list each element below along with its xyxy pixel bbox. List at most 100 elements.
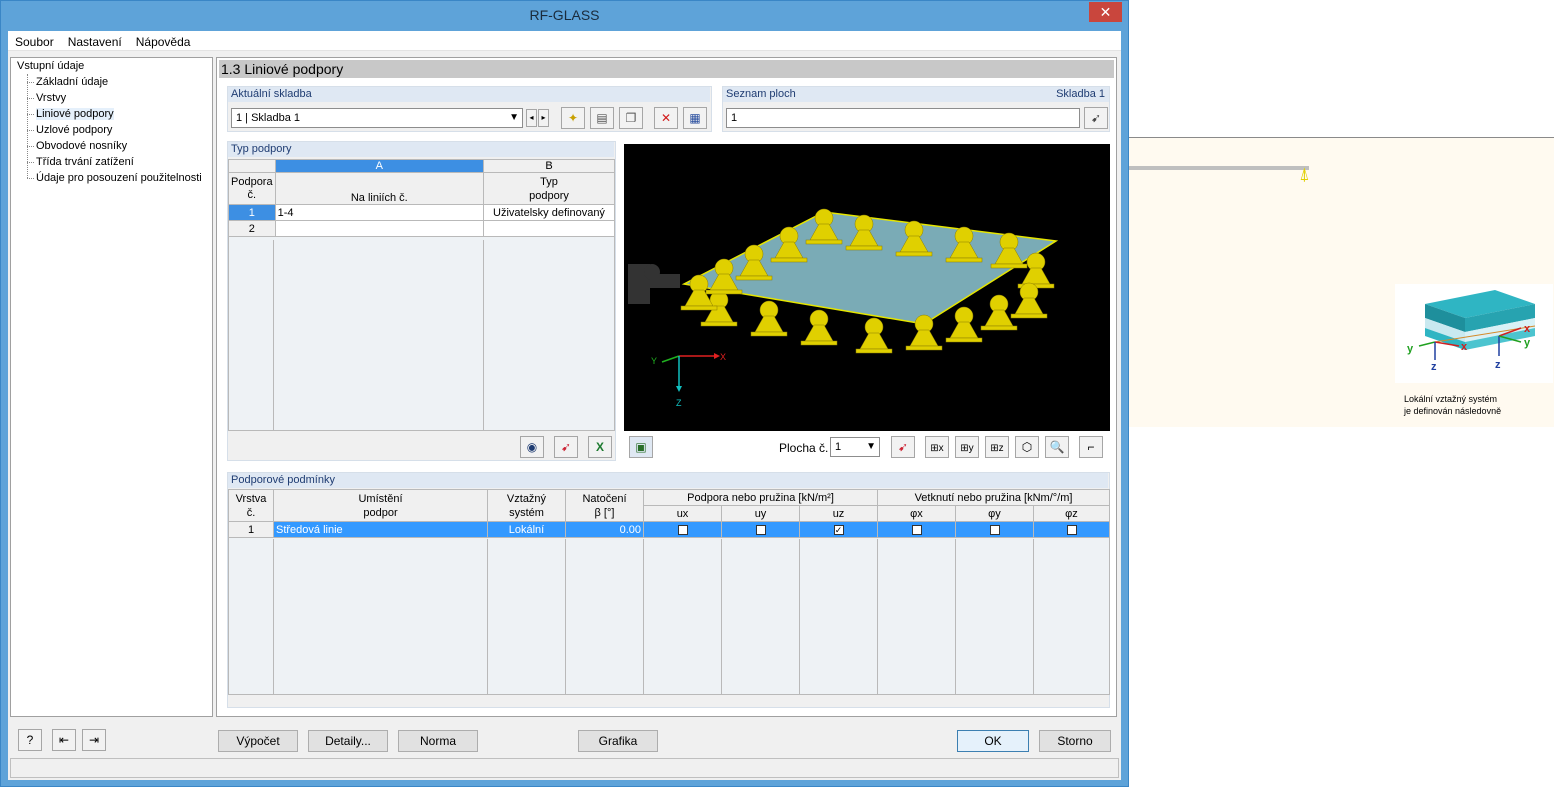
phiy-checkbox[interactable] <box>989 524 1000 535</box>
menu-nastaveni[interactable]: Nastavení <box>61 31 129 49</box>
global-axes: X Y Z <box>651 352 726 408</box>
pick-plocha-button[interactable]: ➹ <box>891 436 915 458</box>
uz-checkbox[interactable]: ✓ <box>833 524 844 535</box>
uz-cell[interactable]: ✓ <box>799 521 878 538</box>
plocha-select[interactable]: 1 ▼ <box>830 437 880 457</box>
table-row[interactable]: 1 Středová linie Lokální 0.00 ✓ <box>228 521 1110 538</box>
menu-napoveda[interactable]: Nápověda <box>129 31 198 49</box>
table-row[interactable]: 2 <box>228 220 615 237</box>
typ-cell[interactable]: Uživatelsky definovaný <box>483 204 615 221</box>
help-button[interactable]: ? <box>18 729 42 751</box>
nav-root[interactable]: Vstupní údaje <box>17 60 84 72</box>
uy-cell[interactable] <box>721 521 800 538</box>
na-liniich-header: Na liniích č. <box>274 172 485 205</box>
menu-soubor[interactable]: Soubor <box>8 31 61 49</box>
view-z-icon: ⊞z <box>990 443 1004 454</box>
grid-divider <box>565 539 566 695</box>
vrstva-cell[interactable]: 1 <box>228 521 274 538</box>
natoceni-header: Natočení β [°] <box>565 489 644 522</box>
3d-viewport[interactable]: X Y Z <box>624 144 1110 431</box>
show-model-button[interactable]: ▣ <box>629 436 653 458</box>
table-row[interactable]: 1 1-4 Uživatelsky definovaný <box>228 204 615 221</box>
row-number[interactable]: 2 <box>228 220 276 237</box>
copy-icon: ❐ <box>625 111 637 125</box>
chevron-down-icon: ▼ <box>509 112 519 123</box>
grid-divider <box>721 539 722 695</box>
new-skladba-button[interactable]: ✦ <box>561 107 585 129</box>
zoom-button[interactable]: 🔍 <box>1045 436 1069 458</box>
uy-checkbox[interactable] <box>755 524 766 535</box>
ux-cell[interactable] <box>643 521 722 538</box>
nav-uzlove-podpory[interactable]: Uzlové podpory <box>36 124 112 136</box>
storno-button[interactable]: Storno <box>1039 730 1111 752</box>
plochy-skladba-label: Skladba 1 <box>1056 88 1105 100</box>
vrstva-header-line1: Vrstva <box>235 492 267 505</box>
pick-lines-button[interactable]: ➹ <box>554 436 578 458</box>
cursor-pick-icon: ➹ <box>560 440 572 454</box>
import-data-button[interactable]: ⇤ <box>52 729 76 751</box>
grafika-button[interactable]: Grafika <box>578 730 658 752</box>
view-z-button[interactable]: ⊞z <box>985 436 1009 458</box>
nav-pouzitelnost[interactable]: Údaje pro posouzení použitelnosti <box>36 172 202 184</box>
info-axis-x: x <box>1461 341 1468 353</box>
local-axes-diagram: y x z x y z <box>1407 290 1536 373</box>
axis-z-label: Z <box>676 398 682 408</box>
typ-cell[interactable] <box>483 220 615 237</box>
na-liniich-cell[interactable]: 1-4 <box>274 204 485 221</box>
nav-vrstvy[interactable]: Vrstvy <box>36 92 66 104</box>
typ-podpory-label: Typ podpory <box>228 142 614 157</box>
umisteni-cell[interactable]: Středová linie <box>273 521 488 538</box>
next-button[interactable]: ▸ <box>538 109 549 127</box>
close-button[interactable]: ✕ <box>1089 2 1122 22</box>
eye-icon: ◉ <box>526 440 538 454</box>
tree-tick <box>27 178 34 179</box>
rowno-header: Podpora č. <box>228 172 276 205</box>
navigation-tree: Vstupní údaje Základní údaje Vrstvy Lini… <box>10 57 213 717</box>
nav-liniove-podpory[interactable]: Liniové podpory <box>36 108 114 120</box>
skladba-select[interactable]: 1 | Skladba 1 ▼ <box>231 108 523 128</box>
phiy-cell[interactable] <box>955 521 1034 538</box>
na-liniich-cell[interactable] <box>274 220 485 237</box>
view-y-button[interactable]: ⊞y <box>955 436 979 458</box>
panel-title: 1.3 Liniové podpory <box>219 60 1114 78</box>
vrstva-header: Vrstva č. <box>228 489 274 522</box>
edit-skladba-button[interactable]: ▤ <box>590 107 614 129</box>
tree-tick <box>27 130 34 131</box>
delete-skladba-button[interactable]: ✕ <box>654 107 678 129</box>
isometric-button[interactable]: ⬡ <box>1015 436 1039 458</box>
phix-cell[interactable] <box>877 521 956 538</box>
nav-trida-trvani[interactable]: Třída trvání zatížení <box>36 156 134 168</box>
export-data-button[interactable]: ⇥ <box>82 729 106 751</box>
phix-checkbox[interactable] <box>911 524 922 535</box>
col-b-header[interactable]: B <box>483 159 615 173</box>
plochy-input[interactable]: 1 <box>726 108 1080 128</box>
vztazny-header-line1: Vztažný <box>506 492 547 505</box>
pick-plochy-button[interactable]: ➹ <box>1084 107 1108 129</box>
typ-podpory-group: Typ podpory A B Podpora č. Na liniích č. … <box>227 141 616 461</box>
window-title: RF-GLASS <box>529 7 600 23</box>
detaily-button[interactable]: Detaily... <box>308 730 388 752</box>
col-a-header[interactable]: A <box>274 159 485 173</box>
typ-header-line2: podpory <box>529 189 569 202</box>
nav-obvodove-nosniky[interactable]: Obvodové nosníky <box>36 140 127 152</box>
podpora-header: Podpora nebo pružina [kN/m²] <box>643 489 878 506</box>
vypocet-button[interactable]: Výpočet <box>218 730 298 752</box>
ok-button[interactable]: OK <box>957 730 1029 752</box>
phiz-checkbox[interactable] <box>1066 524 1077 535</box>
beta-cell[interactable]: 0.00 <box>565 521 644 538</box>
copy-skladba-button[interactable]: ❐ <box>619 107 643 129</box>
ux-checkbox[interactable] <box>677 524 688 535</box>
system-cell[interactable]: Lokální <box>487 521 566 538</box>
delete-icon: ✕ <box>660 111 672 125</box>
view-x-button[interactable]: ⊞x <box>925 436 949 458</box>
norma-button[interactable]: Norma <box>398 730 478 752</box>
nav-zakladni-udaje[interactable]: Základní údaje <box>36 76 108 88</box>
phiz-cell[interactable] <box>1033 521 1110 538</box>
row-number[interactable]: 1 <box>228 204 276 221</box>
export-excel-button[interactable]: X <box>588 436 612 458</box>
axes-button[interactable]: ⌐ <box>1079 436 1103 458</box>
rowno-header-line1: Podpora <box>231 175 273 188</box>
view-button[interactable]: ◉ <box>520 436 544 458</box>
import-skladba-button[interactable]: ▦ <box>683 107 707 129</box>
prev-button[interactable]: ◂ <box>526 109 537 127</box>
